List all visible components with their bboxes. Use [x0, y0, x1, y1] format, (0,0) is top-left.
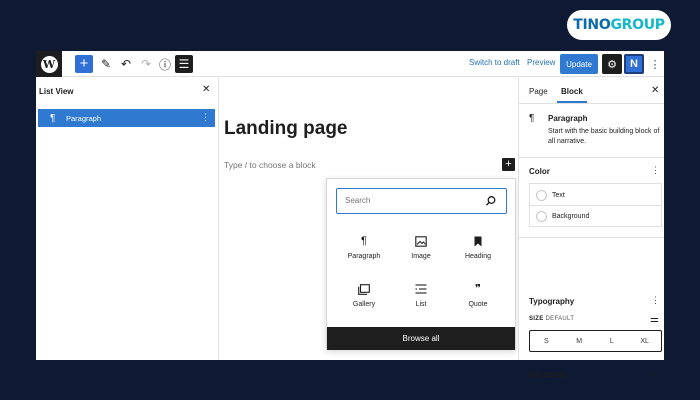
editor-top-toolbar: W + ✎ ↶ ↷ ⓘ ☰ Switch to draft Preview Up…: [36, 51, 664, 77]
font-size-l[interactable]: L: [596, 331, 629, 351]
block-label: List: [415, 301, 427, 308]
browse-all-button[interactable]: Browse all: [327, 327, 515, 350]
swatch-icon: [536, 189, 547, 201]
inserter-search: [336, 188, 507, 214]
block-inserter-popover: ¶ Paragraph Image Heading Gallery: [326, 178, 516, 350]
search-icon[interactable]: [485, 195, 497, 207]
list-view-title: List View: [39, 87, 74, 96]
wordpress-logo-button[interactable]: W: [36, 51, 62, 77]
quote-icon: ❞: [475, 283, 481, 295]
sliders-icon[interactable]: ⚌: [650, 314, 659, 325]
redo-icon[interactable]: ↷: [137, 55, 155, 73]
active-tab-indicator: [557, 101, 587, 103]
add-block-button[interactable]: +: [75, 55, 93, 73]
preview-button[interactable]: Preview: [527, 58, 555, 67]
size-default-text: DEFAULT: [545, 316, 575, 322]
paragraph-icon: ¶: [529, 113, 535, 124]
switch-to-draft-button[interactable]: Switch to draft: [469, 58, 520, 67]
image-icon: [391, 232, 451, 250]
editor-canvas: Landing page Type / to choose a block + …: [220, 78, 518, 360]
sidebar-tabs: Page Block ✕: [519, 78, 664, 104]
list-view-item-label: Paragraph: [66, 113, 102, 123]
divider: [519, 237, 664, 238]
font-size-s[interactable]: S: [530, 331, 563, 351]
tab-page[interactable]: Page: [529, 87, 548, 96]
update-button[interactable]: Update: [560, 54, 598, 74]
chevron-down-icon[interactable]: ⌄: [650, 368, 658, 379]
tab-block[interactable]: Block: [561, 87, 583, 96]
wordpress-icon: W: [40, 55, 58, 73]
block-list[interactable]: List: [391, 280, 451, 324]
gallery-icon: [334, 280, 394, 298]
block-heading[interactable]: Heading: [448, 232, 508, 276]
swatch-icon: [536, 211, 547, 222]
list-view-panel: List View ✕ ¶ Paragraph ⋮: [36, 78, 219, 360]
color-section-title[interactable]: Color: [529, 167, 550, 176]
plugin-n-button[interactable]: N: [624, 54, 644, 74]
info-icon[interactable]: ⓘ: [156, 55, 174, 73]
inline-add-block-button[interactable]: +: [502, 158, 515, 171]
font-size-label: SIZE DEFAULT: [529, 316, 574, 322]
block-image[interactable]: Image: [391, 232, 451, 276]
list-view-item-paragraph[interactable]: ¶ Paragraph ⋮: [38, 109, 215, 127]
color-background-option[interactable]: Background: [530, 205, 661, 227]
typography-section-title[interactable]: Typography: [529, 297, 574, 306]
settings-gear-icon[interactable]: ⚙: [602, 54, 622, 74]
block-editor: W + ✎ ↶ ↷ ⓘ ☰ Switch to draft Preview Up…: [36, 51, 664, 360]
logo-part-tino: TINO: [573, 17, 611, 33]
settings-sidebar: Page Block ✕ ¶ Paragraph Start with the …: [518, 78, 664, 360]
block-placeholder[interactable]: Type / to choose a block: [224, 160, 316, 170]
page-title[interactable]: Landing page: [224, 118, 348, 140]
typography-options-icon[interactable]: ⋮: [651, 295, 660, 306]
font-size-picker: S M L XL: [529, 330, 662, 352]
advanced-section-title[interactable]: Advanced: [528, 370, 566, 379]
more-options-icon[interactable]: ⋮: [646, 55, 664, 73]
block-card-title: Paragraph: [548, 114, 588, 123]
paragraph-icon: ¶: [50, 112, 56, 124]
block-card-description: Start with the basic building block of a…: [548, 128, 660, 145]
block-quote[interactable]: ❞ Quote: [448, 280, 508, 324]
block-label: Heading: [464, 253, 492, 260]
color-option-label: Background: [552, 213, 590, 220]
block-options-icon[interactable]: ⋮: [201, 112, 210, 123]
list-icon: [391, 280, 451, 298]
block-label: Paragraph: [347, 253, 381, 260]
block-label: Image: [411, 253, 431, 260]
color-option-label: Text: [552, 191, 565, 199]
color-options-icon[interactable]: ⋮: [651, 165, 660, 176]
search-input[interactable]: [337, 189, 487, 212]
undo-icon[interactable]: ↶: [117, 55, 135, 73]
logo-part-group: GROUP: [610, 17, 665, 33]
block-paragraph[interactable]: ¶ Paragraph: [334, 232, 394, 276]
font-size-m[interactable]: M: [563, 331, 596, 351]
font-size-xl[interactable]: XL: [628, 331, 661, 351]
close-icon[interactable]: ✕: [651, 85, 659, 96]
block-label: Gallery: [352, 301, 376, 308]
bookmark-icon: [448, 232, 508, 250]
list-view-toggle-icon[interactable]: ☰: [175, 55, 193, 73]
divider: [519, 157, 664, 158]
close-icon[interactable]: ✕: [202, 84, 210, 95]
block-gallery[interactable]: Gallery: [334, 280, 394, 324]
paragraph-icon: ¶: [361, 235, 367, 247]
tino-group-logo: TINO GROUP: [567, 10, 671, 40]
size-label-text: SIZE: [529, 316, 544, 322]
block-label: Quote: [468, 301, 488, 308]
color-text-option[interactable]: Text: [530, 184, 661, 206]
pen-icon[interactable]: ✎: [97, 55, 115, 73]
color-settings: Text Background: [529, 183, 662, 227]
